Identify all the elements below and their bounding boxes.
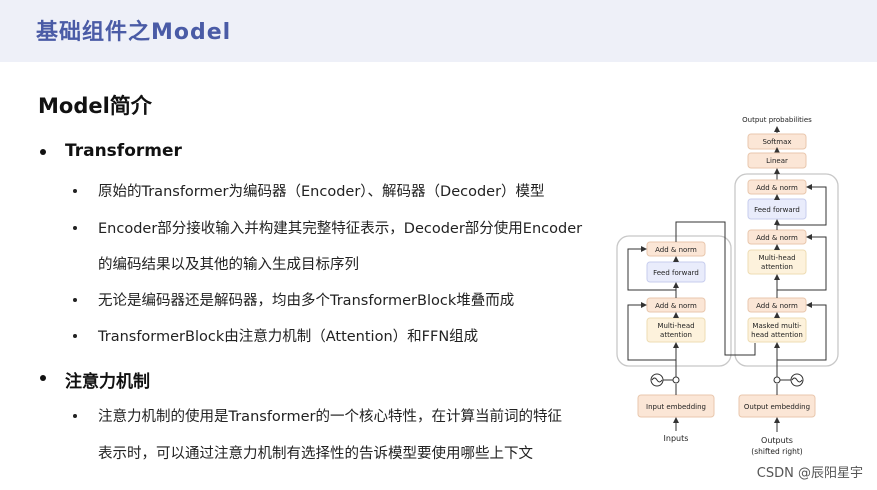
decoder-add-norm-2 [747, 229, 807, 245]
add-norm-label: Add & norm [756, 184, 798, 192]
positional-encoding-icon [650, 373, 664, 387]
add-norm-label: Add & norm [756, 234, 798, 242]
sub-item: 注意力机制的使用是Transformer的一个核心特性，在计算当前词的特征 [98, 409, 563, 425]
feed-forward-label: Feed forward [754, 206, 800, 214]
linear-box [747, 152, 807, 169]
bullet-dot [40, 375, 46, 381]
input-embedding-label: Input embedding [646, 403, 706, 411]
decoder-multi-head-attention [747, 249, 807, 275]
attention-label: attention [660, 331, 692, 339]
sub-item-continued: 表示时，可以通过注意力机制有选择性的告诉模型要使用哪些上下文 [98, 446, 533, 462]
watermark: CSDN @辰阳星宇 [752, 461, 867, 482]
decoder-masked-attention [747, 317, 807, 343]
add-norm-label: Add & norm [655, 302, 697, 310]
encoder-feed-forward [646, 261, 706, 283]
sub-item: Encoder部分接收输入并构建其完整特征表示，Decoder部分使用Encod… [98, 221, 583, 237]
attention-label: Multi-head [657, 322, 694, 330]
linear-label: Linear [766, 157, 788, 165]
shifted-right-label: (shifted right) [751, 447, 803, 456]
input-embedding-box [637, 394, 715, 418]
outputs-label: Outputs [761, 436, 793, 445]
bullet-dot [40, 149, 46, 155]
inputs-label: Inputs [664, 434, 689, 443]
decoder-frame [734, 173, 839, 367]
add-norm-label: Add & norm [756, 302, 798, 310]
encoder-frame [616, 235, 732, 367]
sub-item: 原始的Transformer为编码器（Encoder）、解码器（Decoder）… [98, 184, 545, 200]
output-embedding-box [738, 394, 816, 418]
slide-title: 基础组件之Model [36, 20, 232, 45]
masked-attention-label: head attention [751, 331, 803, 339]
add-norm-label: Add & norm [655, 246, 697, 254]
sub-bullet-dot [73, 189, 77, 193]
section-title: Model简介 [38, 94, 152, 118]
softmax-label: Softmax [762, 138, 791, 146]
sub-bullet-dot [73, 226, 77, 230]
attention-label: attention [761, 263, 793, 271]
decoder-add-norm-1 [747, 297, 807, 313]
softmax-box [747, 133, 807, 150]
slide-header: 基础组件之Model [0, 0, 877, 62]
bullet-attention: 注意力机制 [65, 372, 150, 392]
decoder-feed-forward [747, 198, 807, 220]
sub-bullet-dot [73, 414, 77, 418]
encoder-add-norm-2 [646, 241, 706, 257]
encoder-multi-head-attention [646, 317, 706, 343]
bullet-transformer: Transformer [65, 141, 182, 161]
feed-forward-label: Feed forward [653, 269, 699, 277]
positional-encoding-icon [790, 373, 804, 387]
sub-item-continued: 的编码结果以及其他的输入生成目标序列 [98, 257, 359, 273]
masked-attention-label: Masked multi- [752, 322, 802, 330]
encoder-add-norm-1 [646, 297, 706, 313]
sub-item: 无论是编码器还是解码器，均由多个TransformerBlock堆叠而成 [98, 293, 515, 309]
sub-item: TransformerBlock由注意力机制（Attention）和FFN组成 [98, 329, 479, 345]
sub-bullet-dot [73, 298, 77, 302]
output-embedding-label: Output embedding [744, 403, 810, 411]
decoder-add-norm-3 [747, 179, 807, 195]
attention-label: Multi-head [758, 254, 795, 262]
sub-bullet-dot [73, 334, 77, 338]
output-probabilities-label: Output probabilities [742, 116, 812, 124]
